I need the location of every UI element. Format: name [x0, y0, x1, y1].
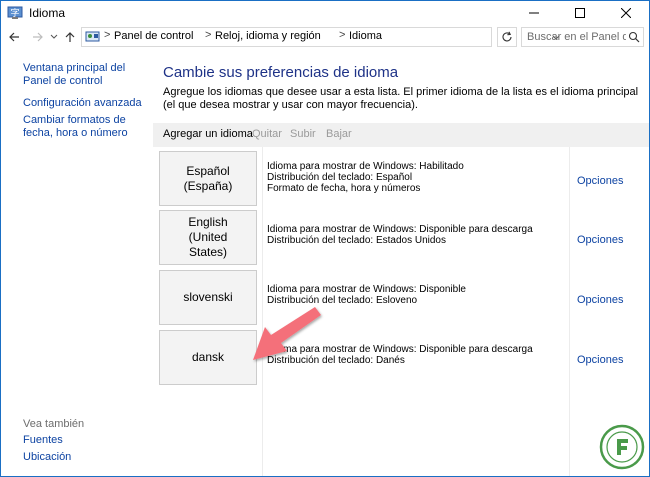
back-button[interactable]	[5, 27, 23, 47]
window-title: Idioma	[29, 6, 66, 20]
search-box[interactable]	[521, 27, 644, 47]
link-configuracion-avanzada[interactable]: Configuración avanzada	[23, 97, 147, 110]
breadcrumb-separator: >	[205, 29, 212, 41]
language-list: Español (España) Idioma para mostrar de …	[153, 147, 649, 476]
close-button[interactable]	[603, 1, 649, 25]
link-fuentes[interactable]: Fuentes	[23, 434, 147, 447]
keyboard-layout: Distribución del teclado: Estados Unidos	[267, 235, 446, 246]
arrow-up-icon	[65, 32, 75, 42]
display-language-status: Idioma para mostrar de Windows: Disponib…	[267, 284, 466, 295]
minimize-icon	[529, 12, 539, 14]
add-language-button[interactable]: Agregar un idioma	[163, 128, 253, 140]
see-also-label: Vea también	[23, 418, 85, 430]
language-toolbar: Agregar un idioma Quitar Subir Bajar	[153, 123, 649, 147]
breadcrumb-reloj-idioma-region[interactable]: Reloj, idioma y región	[215, 30, 321, 42]
language-tile-slovenski[interactable]: slovenski	[159, 270, 257, 325]
breadcrumb-separator: >	[104, 29, 111, 41]
maximize-icon	[575, 8, 585, 18]
control-panel-icon	[85, 31, 100, 42]
close-icon	[621, 8, 631, 18]
breadcrumb-idioma[interactable]: Idioma	[349, 30, 382, 42]
address-row: > Panel de control > Reloj, idioma y reg…	[1, 25, 649, 49]
display-language-status: Idioma para mostrar de Windows: Disponib…	[267, 224, 533, 235]
watermark-logo-icon	[599, 424, 645, 470]
breadcrumb-panel-de-control[interactable]: Panel de control	[114, 30, 194, 42]
title-bar[interactable]: 字 Idioma	[1, 1, 649, 25]
control-panel-app-icon: 字	[7, 6, 23, 19]
language-details: Idioma para mostrar de Windows: Habilita…	[267, 161, 567, 194]
svg-text:字: 字	[10, 7, 19, 18]
language-tile-espanol[interactable]: Español (España)	[159, 151, 257, 206]
language-row: English (United States) Idioma para most…	[153, 206, 649, 266]
language-row: dansk Idioma para mostrar de Windows: Di…	[153, 326, 649, 386]
move-up-button[interactable]: Subir	[290, 128, 316, 140]
link-ubicacion[interactable]: Ubicación	[23, 451, 147, 464]
annotation-arrow-icon	[253, 307, 321, 360]
minimize-button[interactable]	[511, 1, 557, 25]
arrow-right-icon	[33, 32, 43, 42]
language-tile-dansk[interactable]: dansk	[159, 330, 257, 385]
language-tile-english[interactable]: English (United States)	[159, 210, 257, 265]
left-navigation: Ventana principal del Panel de control C…	[1, 49, 151, 476]
language-row: slovenski Idioma para mostrar de Windows…	[153, 266, 649, 326]
date-time-format: Formato de fecha, hora y números	[267, 183, 421, 194]
options-link[interactable]: Opciones	[577, 354, 623, 366]
options-link[interactable]: Opciones	[577, 234, 623, 246]
page-title: Cambie sus preferencias de idioma	[163, 64, 399, 81]
move-down-button[interactable]: Bajar	[326, 128, 352, 140]
address-bar[interactable]: > Panel de control > Reloj, idioma y reg…	[81, 27, 560, 47]
maximize-button[interactable]	[557, 1, 603, 25]
up-button[interactable]	[61, 27, 79, 47]
search-input[interactable]	[522, 28, 626, 46]
language-details: Idioma para mostrar de Windows: Disponib…	[267, 224, 567, 246]
search-icon[interactable]	[628, 31, 640, 43]
breadcrumb-separator: >	[339, 29, 346, 41]
arrow-left-icon	[9, 32, 19, 42]
display-language-status: Idioma para mostrar de Windows: Habilita…	[267, 161, 464, 172]
page-description: Agregue los idiomas que desee usar a est…	[163, 86, 639, 111]
chevron-down-icon	[50, 34, 58, 39]
control-panel-window: 字 Idioma > Panel de control > Reloj, idi…	[0, 0, 650, 477]
options-link[interactable]: Opciones	[577, 175, 623, 187]
link-cambiar-formatos[interactable]: Cambiar formatos de fecha, hora o número	[23, 114, 147, 140]
link-ventana-principal[interactable]: Ventana principal del Panel de control	[23, 62, 147, 88]
options-link[interactable]: Opciones	[577, 294, 623, 306]
remove-button[interactable]: Quitar	[252, 128, 282, 140]
language-row: Español (España) Idioma para mostrar de …	[153, 147, 649, 207]
refresh-button[interactable]	[497, 27, 517, 47]
keyboard-layout: Distribución del teclado: Español	[267, 172, 413, 183]
main-content: Cambie sus preferencias de idioma Agregu…	[151, 49, 649, 476]
refresh-icon	[502, 31, 512, 42]
